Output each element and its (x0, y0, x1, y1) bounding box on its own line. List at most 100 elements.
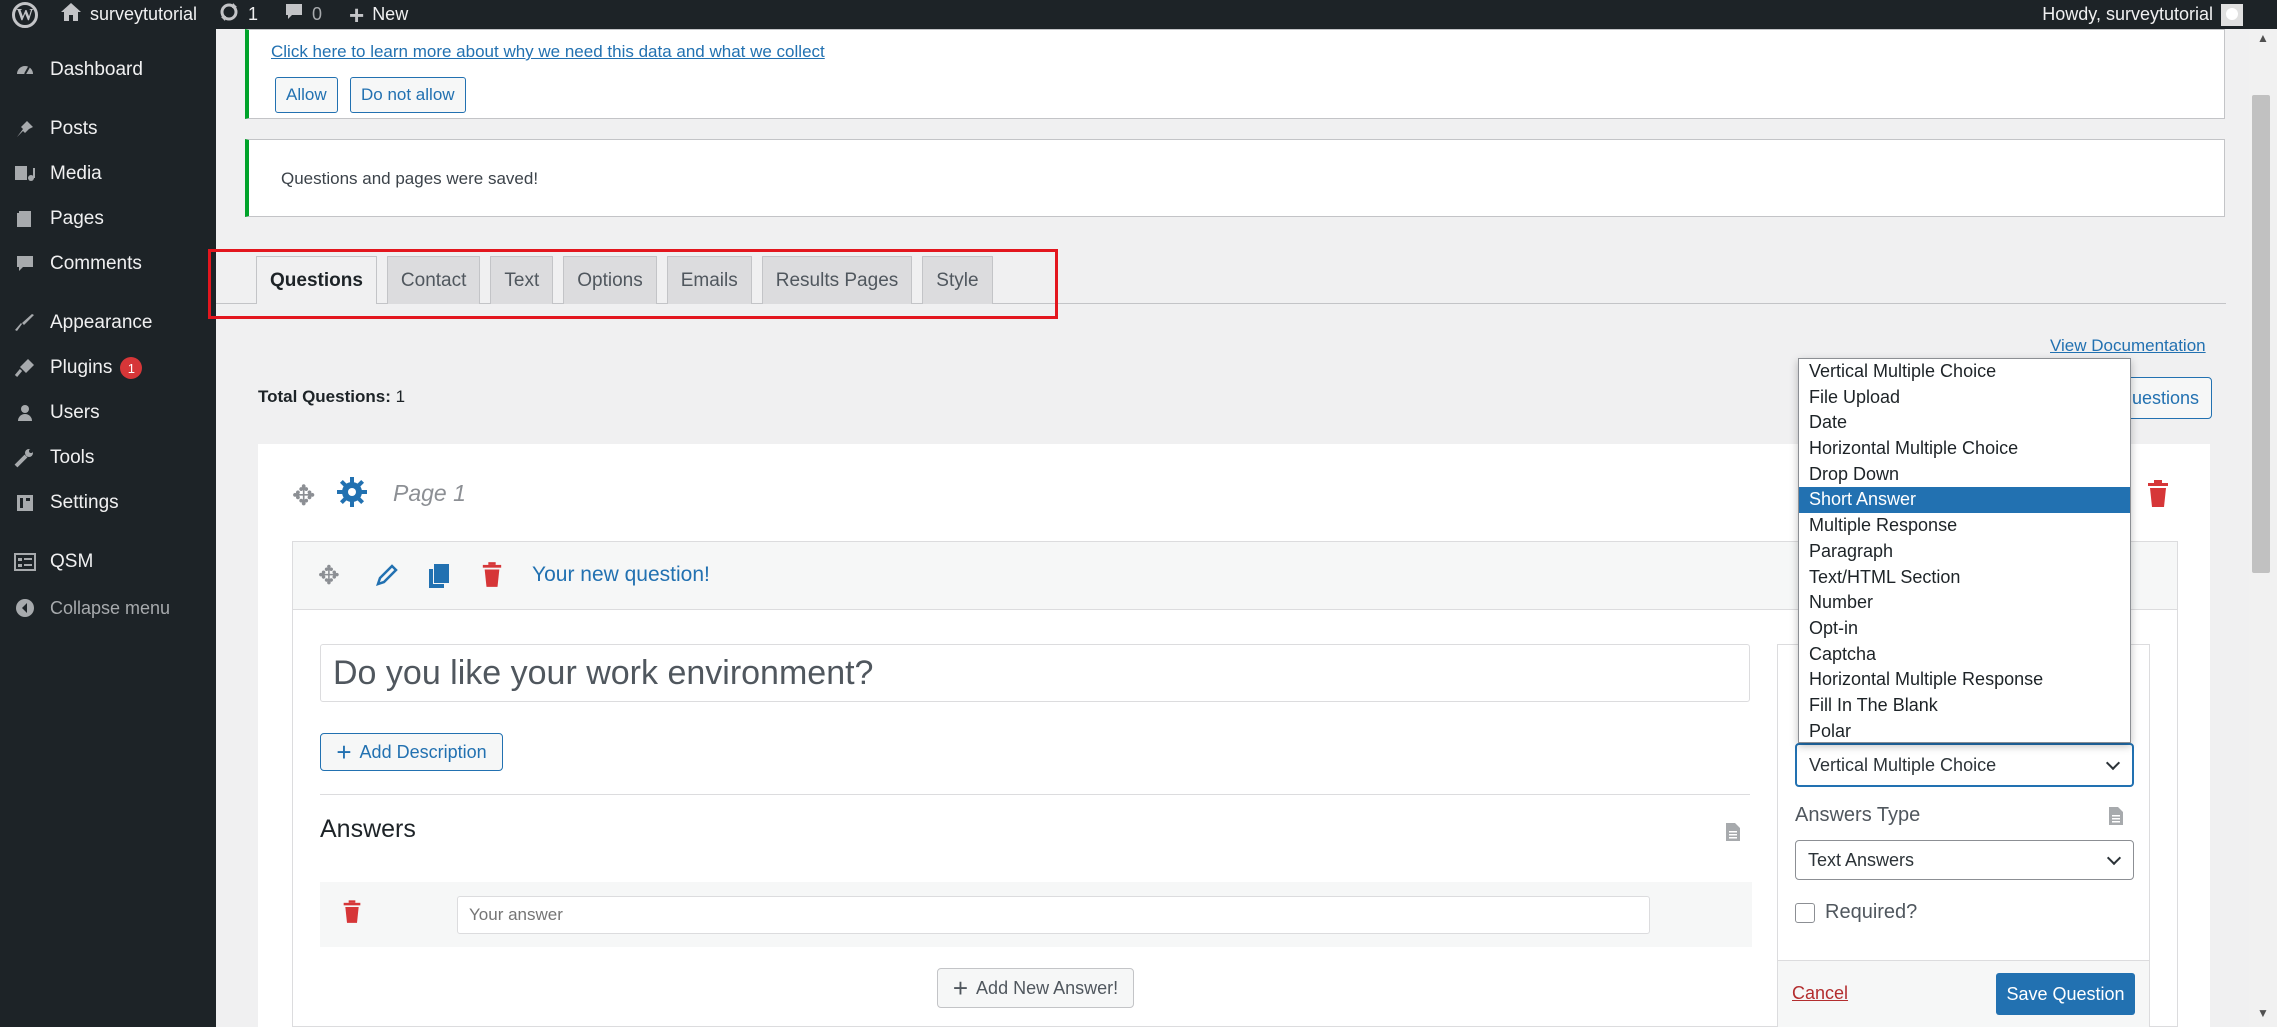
question-type-option[interactable]: Paragraph (1799, 539, 2130, 565)
my-account-link[interactable]: Howdy, surveytutorial (2042, 0, 2243, 29)
sidebar-item-tools[interactable]: Tools (0, 437, 216, 479)
plus-icon: + (952, 973, 969, 1003)
sidebar-item-users[interactable]: Users (0, 392, 216, 434)
scroll-down-arrow-icon[interactable]: ▼ (2257, 1006, 2269, 1020)
do-not-allow-button[interactable]: Do not allow (350, 77, 466, 113)
question-type-option[interactable]: Opt-in (1799, 616, 2130, 642)
question-type-option[interactable]: Drop Down (1799, 462, 2130, 488)
required-checkbox-row: Required? (1795, 901, 1917, 924)
qsm-icon (0, 552, 50, 572)
allow-button[interactable]: Allow (275, 77, 338, 113)
wordpress-logo-icon[interactable]: W (12, 0, 38, 29)
answers-type-doc-icon[interactable] (2108, 806, 2124, 831)
learn-more-link[interactable]: Click here to learn more about why we ne… (271, 42, 825, 62)
new-content-link[interactable]: + New (349, 0, 408, 29)
home-icon (60, 2, 82, 27)
question-header-title[interactable]: Your new question! (532, 563, 710, 587)
sidebar-item-label: Pages (50, 208, 104, 229)
sidebar-item-pages[interactable]: Pages (0, 198, 216, 240)
total-questions: Total Questions: 1 (258, 387, 405, 407)
data-tracking-notice: Click here to learn more about why we ne… (245, 29, 2225, 119)
answers-heading: Answers (320, 815, 416, 843)
total-questions-label: Total Questions: (258, 387, 391, 406)
sidebar-item-qsm[interactable]: QSM (0, 541, 216, 583)
answer-input[interactable] (457, 896, 1650, 934)
add-description-label: Add Description (359, 741, 487, 762)
chevron-down-icon (2106, 850, 2122, 866)
question-type-option[interactable]: Horizontal Multiple Response (1799, 667, 2130, 693)
brush-icon (0, 313, 50, 333)
question-type-option[interactable]: Number (1799, 590, 2130, 616)
add-new-answer-button[interactable]: + Add New Answer! (937, 968, 1134, 1008)
sidebar-item-appearance[interactable]: Appearance (0, 302, 216, 344)
sidebar-item-comments[interactable]: Comments (0, 243, 216, 285)
comments-link[interactable]: 0 (284, 0, 322, 29)
dashboard-icon (0, 60, 50, 80)
question-type-option[interactable]: Date (1799, 410, 2130, 436)
edit-pencil-icon[interactable] (375, 563, 399, 592)
update-icon (218, 1, 240, 28)
add-description-button[interactable]: + Add Description (320, 733, 503, 771)
delete-answer-trash-icon[interactable] (342, 900, 362, 929)
pages-icon (0, 209, 50, 229)
page-settings-gear-icon[interactable] (336, 476, 368, 513)
required-checkbox[interactable] (1795, 902, 1815, 923)
question-type-option[interactable]: Text/HTML Section (1799, 565, 2130, 591)
answers-type-select[interactable]: Text Answers (1795, 840, 2134, 880)
add-new-answer-label: Add New Answer! (976, 977, 1119, 998)
site-name: surveytutorial (90, 4, 198, 24)
total-questions-value: 1 (395, 387, 406, 406)
sidebar-item-plugins[interactable]: Plugins 1 (0, 347, 216, 389)
plus-icon: + (349, 0, 365, 30)
delete-question-trash-icon[interactable] (481, 562, 503, 593)
cancel-link[interactable]: Cancel (1792, 983, 1848, 1004)
sidebar-item-label: Settings (50, 492, 119, 513)
duplicate-icon[interactable] (428, 563, 450, 594)
question-type-option[interactable]: Horizontal Multiple Choice (1799, 436, 2130, 462)
question-type-option[interactable]: Multiple Response (1799, 513, 2130, 539)
question-type-option[interactable]: Short Answer (1799, 487, 2130, 514)
scroll-up-arrow-icon[interactable]: ▲ (2257, 31, 2269, 45)
required-label: Required? (1825, 901, 1918, 923)
sidebar-item-settings[interactable]: Settings (0, 482, 216, 524)
question-type-option[interactable]: Captcha (1799, 642, 2130, 668)
sidebar-item-dashboard[interactable]: Dashboard (0, 49, 216, 91)
question-type-value: Vertical Multiple Choice (1809, 754, 1997, 775)
admin-sidebar: Dashboard Posts Media Pages Comments App… (0, 29, 216, 1027)
question-type-option[interactable]: Polar (1799, 719, 2130, 745)
updates-link[interactable]: 1 (218, 0, 258, 29)
question-type-option[interactable]: Fill In The Blank (1799, 693, 2130, 719)
sidebar-item-posts[interactable]: Posts (0, 108, 216, 150)
collapse-menu-button[interactable]: Collapse menu (0, 587, 216, 629)
sidebar-item-label: Plugins (50, 357, 113, 378)
site-name-link[interactable]: surveytutorial (60, 0, 197, 29)
question-type-dropdown-list: Vertical Multiple Choice File Upload Date H… (1798, 358, 2131, 743)
sidebar-item-label: Users (50, 402, 100, 423)
save-question-button[interactable]: Save Question (1996, 973, 2135, 1015)
admin-bar: W surveytutorial 1 0 + New Howdy, survey… (0, 0, 2277, 29)
question-title-input[interactable]: Do you like your work environment? (320, 644, 1750, 702)
drag-question-icon[interactable]: ✥ (318, 560, 340, 591)
page-label: Page 1 (393, 480, 466, 506)
drag-page-icon[interactable]: ✥ (292, 479, 315, 512)
settings-icon (0, 493, 50, 513)
avatar (2221, 3, 2243, 26)
collapse-menu-label: Collapse menu (50, 597, 171, 618)
collapse-arrow-icon (0, 598, 50, 618)
question-type-select[interactable]: Vertical Multiple Choice (1795, 743, 2134, 787)
media-icon (0, 164, 50, 184)
users-icon (0, 403, 50, 423)
delete-page-trash-icon[interactable] (2146, 480, 2170, 513)
answers-divider (320, 794, 1750, 795)
page-scrollbar-thumb[interactable] (2252, 95, 2270, 573)
answers-doc-icon[interactable] (1725, 822, 1741, 847)
answers-type-label: Answers Type (1795, 804, 1921, 826)
tabs-highlight-box (208, 249, 1058, 319)
pin-icon (0, 119, 50, 139)
updates-count: 1 (248, 4, 259, 24)
sidebar-item-media[interactable]: Media (0, 153, 216, 195)
question-type-option[interactable]: Vertical Multiple Choice (1799, 359, 2130, 385)
view-documentation-link[interactable]: View Documentation (2050, 336, 2206, 356)
plugins-update-badge: 1 (120, 357, 143, 379)
question-type-option[interactable]: File Upload (1799, 385, 2130, 411)
